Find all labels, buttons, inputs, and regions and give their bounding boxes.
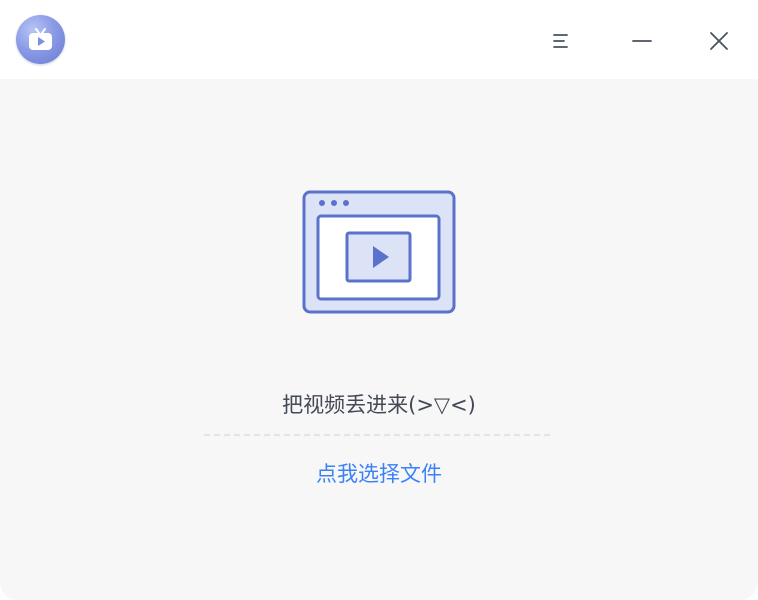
- titlebar: [0, 0, 758, 79]
- menu-button[interactable]: [545, 24, 579, 58]
- app-window: 把视频丢进来(>▽<) 点我选择文件: [0, 0, 758, 600]
- select-file-link[interactable]: 点我选择文件: [0, 458, 758, 488]
- app-logo: [16, 15, 65, 64]
- minimize-button[interactable]: [625, 24, 659, 58]
- video-window-icon: [302, 190, 456, 314]
- drop-zone[interactable]: 把视频丢进来(>▽<) 点我选择文件: [0, 79, 758, 600]
- menu-icon: [553, 34, 568, 48]
- close-icon: [710, 32, 728, 50]
- close-button[interactable]: [702, 24, 736, 58]
- dashed-divider: [204, 434, 550, 436]
- tv-play-icon: [29, 28, 52, 50]
- drop-hint-text: 把视频丢进来(>▽<): [282, 393, 476, 417]
- minimize-icon: [632, 40, 652, 42]
- video-window-illustration: [302, 190, 456, 318]
